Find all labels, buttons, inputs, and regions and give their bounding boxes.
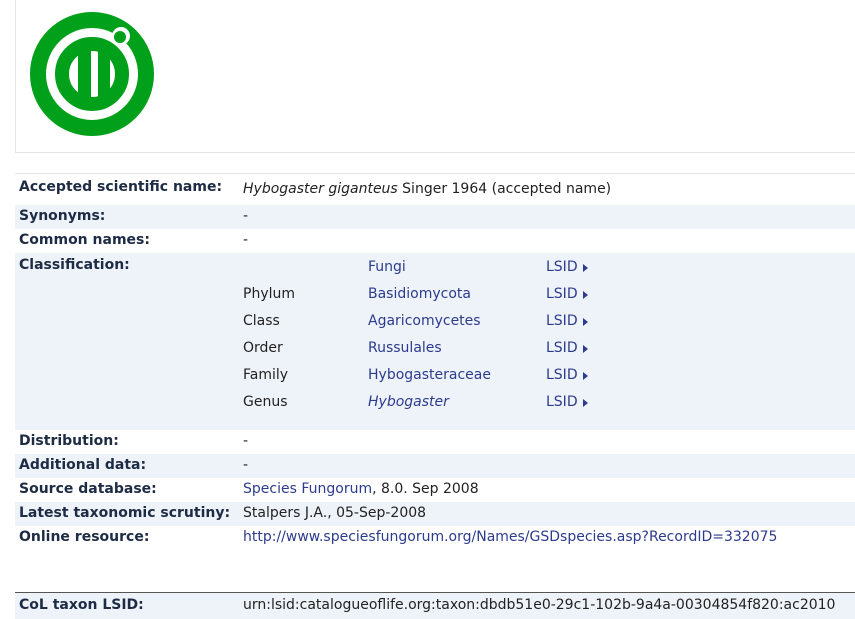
label-online-resource: Online resource: — [19, 529, 150, 545]
distribution-value: - — [243, 433, 249, 449]
label-common-names: Common names: — [19, 232, 150, 248]
lsid-link-hybogasteraceae[interactable]: LSID — [546, 367, 588, 383]
additional-data-value: - — [243, 457, 249, 473]
label-synonyms: Synonyms: — [19, 208, 106, 224]
classification-table: Fungi LSID Phylum Basidiomycota LSID Cla… — [243, 253, 855, 421]
label-distribution: Distribution: — [19, 433, 119, 449]
row-additional-data: Additional data: - — [15, 454, 855, 478]
online-resource-link[interactable]: http://www.speciesfungorum.org/Names/GSD… — [243, 529, 777, 545]
lsid-label: LSID — [546, 313, 578, 329]
arrow-right-icon — [582, 290, 588, 299]
col-taxon-lsid-value: urn:lsid:catalogueoflife.org:taxon:dbdb5… — [243, 597, 836, 613]
arrow-right-icon — [582, 371, 588, 380]
arrow-right-icon — [582, 317, 588, 326]
rank-label: Family — [243, 367, 289, 383]
taxon-link-hybogasteraceae[interactable]: Hybogasteraceae — [368, 367, 546, 383]
row-synonyms: Synonyms: - — [15, 205, 855, 229]
row-distribution: Distribution: - — [15, 430, 855, 454]
logo-panel — [15, 0, 855, 153]
lsid-label: LSID — [546, 286, 578, 302]
row-online-resource: Online resource: http://www.speciesfungo… — [15, 526, 855, 571]
species-record-table: Accepted scientific name: Hybogaster gig… — [15, 173, 855, 619]
label-taxonomic-scrutiny: Latest taxonomic scrutiny: — [19, 505, 231, 521]
lsid-link-hybogaster[interactable]: LSID — [546, 394, 588, 410]
row-common-names: Common names: - — [15, 229, 855, 253]
gbif-logo-icon — [30, 12, 154, 136]
label-col-taxon-lsid: CoL taxon LSID: — [19, 597, 144, 613]
row-classification: Classification: Fungi LSID Phylum Basidi… — [15, 253, 855, 430]
taxonomic-scrutiny-value: Stalpers J.A., 05-Sep-2008 — [243, 505, 427, 521]
rank-label: Class — [243, 313, 280, 329]
taxon-link-hybogaster[interactable]: Hybogaster — [368, 394, 546, 410]
accepted-name-author: Singer 1964 (accepted name) — [397, 181, 612, 197]
arrow-right-icon — [582, 398, 588, 407]
row-accepted-name: Accepted scientific name: Hybogaster gig… — [15, 173, 855, 205]
taxon-link-russulales[interactable]: Russulales — [368, 340, 546, 356]
lsid-label: LSID — [546, 259, 578, 275]
source-database-value: Species Fungorum, 8.0. Sep 2008 — [243, 478, 855, 497]
classification-row-family: Family Hybogasteraceae LSID — [243, 367, 855, 394]
row-source-database: Source database: Species Fungorum, 8.0. … — [15, 478, 855, 502]
accepted-name-value: Hybogaster giganteus Singer 1964 (accept… — [243, 174, 855, 197]
label-additional-data: Additional data: — [19, 457, 147, 473]
lsid-label: LSID — [546, 367, 578, 383]
classification-row-order: Order Russulales LSID — [243, 340, 855, 367]
source-database-version: , 8.0. Sep 2008 — [372, 481, 479, 497]
classification-row-phylum: Phylum Basidiomycota LSID — [243, 286, 855, 313]
lsid-link-russulales[interactable]: LSID — [546, 340, 588, 356]
online-resource-value: http://www.speciesfungorum.org/Names/GSD… — [243, 526, 855, 545]
taxon-link-agaricomycetes[interactable]: Agaricomycetes — [368, 313, 546, 329]
common-names-value: - — [243, 232, 249, 248]
accepted-name-binomial: Hybogaster giganteus — [243, 181, 398, 197]
rank-label: Genus — [243, 394, 288, 410]
rank-label: Phylum — [243, 286, 296, 302]
classification-row-class: Class Agaricomycetes LSID — [243, 313, 855, 340]
label-accepted-name: Accepted scientific name: — [19, 179, 223, 195]
rank-label: Order — [243, 340, 283, 356]
source-database-link[interactable]: Species Fungorum — [243, 481, 372, 497]
taxon-link-basidiomycota[interactable]: Basidiomycota — [368, 286, 546, 302]
taxon-link-fungi[interactable]: Fungi — [368, 259, 546, 275]
synonyms-value: - — [243, 208, 249, 224]
lsid-label: LSID — [546, 340, 578, 356]
lsid-link-basidiomycota[interactable]: LSID — [546, 286, 588, 302]
label-source-database: Source database: — [19, 481, 157, 497]
arrow-right-icon — [582, 344, 588, 353]
row-col-taxon-lsid: CoL taxon LSID: urn:lsid:catalogueoflife… — [15, 592, 855, 619]
label-classification: Classification: — [19, 257, 130, 273]
lsid-link-agaricomycetes[interactable]: LSID — [546, 313, 588, 329]
row-taxonomic-scrutiny: Latest taxonomic scrutiny: Stalpers J.A.… — [15, 502, 855, 526]
arrow-right-icon — [582, 263, 588, 272]
classification-row-genus: Genus Hybogaster LSID — [243, 394, 855, 421]
lsid-label: LSID — [546, 394, 578, 410]
lsid-link-fungi[interactable]: LSID — [546, 259, 588, 275]
classification-row-kingdom: Fungi LSID — [243, 259, 855, 286]
